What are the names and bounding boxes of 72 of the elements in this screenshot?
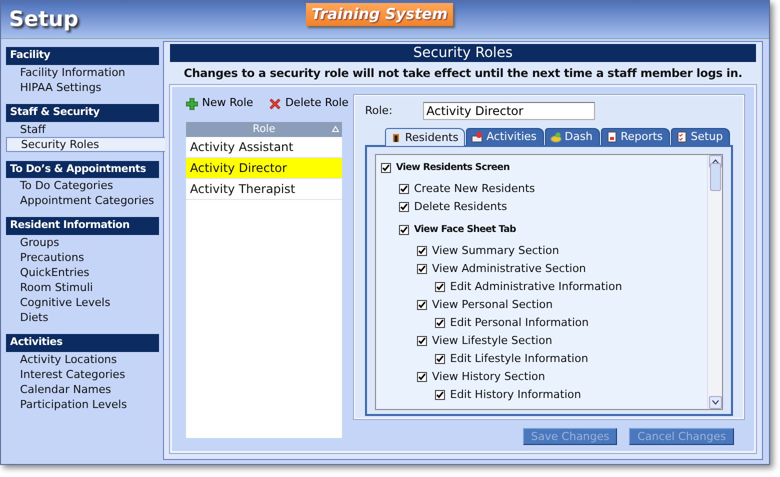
checkbox[interactable] (435, 318, 445, 328)
checkbox[interactable] (435, 354, 445, 364)
sidebar-item[interactable]: Room Stimuli (6, 280, 159, 295)
sidebar-heading: Activities (6, 334, 159, 352)
tab[interactable]: Reports (600, 128, 670, 146)
training-system-badge: Training System (306, 3, 453, 26)
scroll-down-icon[interactable] (708, 396, 722, 410)
permission-label: View Personal Section (432, 297, 553, 314)
notice-text: Changes to a security role will not take effect until the next time a staff member logs in. (182, 65, 744, 82)
sidebar-item[interactable]: Facility Information (6, 64, 159, 80)
permission-label: Edit Lifestyle Information (450, 351, 588, 368)
permission-label: View Face Sheet Tab (414, 223, 516, 238)
sidebar-heading: To Do’s & Appointments (6, 160, 159, 178)
sidebar-heading: Facility (6, 47, 159, 65)
delete-role-button[interactable]: Delete Role (269, 95, 349, 112)
sidebar-item[interactable]: Calendar Names (6, 382, 159, 397)
panel-title: Security Roles (170, 44, 756, 62)
door-icon (390, 132, 402, 144)
permission-label: Delete Residents (414, 199, 508, 216)
checkbox[interactable] (399, 202, 409, 212)
sidebar-item[interactable]: Participation Levels (6, 396, 159, 412)
sidebar-heading: Staff & Security (6, 104, 159, 122)
role-row[interactable]: Activity Therapist (186, 178, 342, 200)
sidebar-item[interactable]: Diets (6, 310, 159, 325)
permission-label: Edit Administrative Information (450, 279, 622, 296)
sidebar-item[interactable]: Appointment Categories (6, 193, 159, 208)
permission-label: View History Section (432, 369, 546, 386)
tab[interactable]: Setup (670, 128, 730, 146)
checkbox[interactable] (399, 184, 409, 194)
permission-label: Create New Residents (414, 181, 536, 198)
role-input[interactable]: Activity Director (423, 102, 596, 120)
permission-label: View Lifestyle Section (432, 333, 552, 350)
new-role-button[interactable]: New Role (186, 95, 254, 112)
plus-icon (186, 98, 198, 110)
sidebar-item[interactable]: Cognitive Levels (6, 295, 159, 310)
checkbox[interactable] (381, 163, 391, 174)
checkbox[interactable] (417, 264, 427, 274)
sidebar-item[interactable]: Interest Categories (6, 366, 159, 382)
checkbox[interactable] (417, 246, 427, 256)
role-row[interactable]: Activity Director (186, 158, 342, 179)
tab[interactable]: Activities (466, 128, 544, 146)
checkbox[interactable] (435, 282, 445, 292)
document-icon (606, 131, 618, 144)
sort-icon (332, 126, 339, 132)
sidebar-item[interactable]: Security Roles (6, 136, 165, 152)
permission-label: View Administrative Section (432, 261, 586, 278)
tab[interactable]: Residents (385, 128, 466, 146)
scroll-thumb[interactable] (710, 163, 720, 192)
sidebar-item[interactable]: Groups (6, 235, 159, 250)
sidebar-heading: Resident Information (6, 217, 159, 235)
checkbox[interactable] (417, 372, 427, 382)
checklist-icon (676, 131, 688, 144)
permission-label: Edit History Information (450, 387, 582, 404)
permission-label: View Summary Section (432, 243, 560, 260)
x-icon (269, 98, 282, 110)
tab[interactable]: Dash (544, 128, 600, 146)
checkbox[interactable] (399, 225, 409, 236)
permission-label: View Residents Screen (396, 161, 510, 176)
sidebar-item[interactable]: HIPAA Settings (6, 80, 159, 95)
sidebar-item[interactable]: Staff (6, 122, 159, 136)
scrollbar[interactable] (707, 155, 722, 410)
role-label: Role: (365, 103, 392, 119)
sidebar-item[interactable]: Precautions (6, 250, 159, 265)
checkbox[interactable] (435, 390, 445, 400)
bowl-icon (550, 131, 562, 144)
sidebar-item[interactable]: QuickEntries (6, 265, 159, 280)
permission-label: Edit Personal Information (450, 315, 589, 332)
page-title: Setup (9, 9, 78, 30)
sidebar-item[interactable]: Activity Locations (6, 352, 159, 367)
sidebar-item[interactable]: To Do Categories (6, 178, 159, 194)
checkbox[interactable] (417, 336, 427, 346)
checkbox[interactable] (417, 300, 427, 310)
